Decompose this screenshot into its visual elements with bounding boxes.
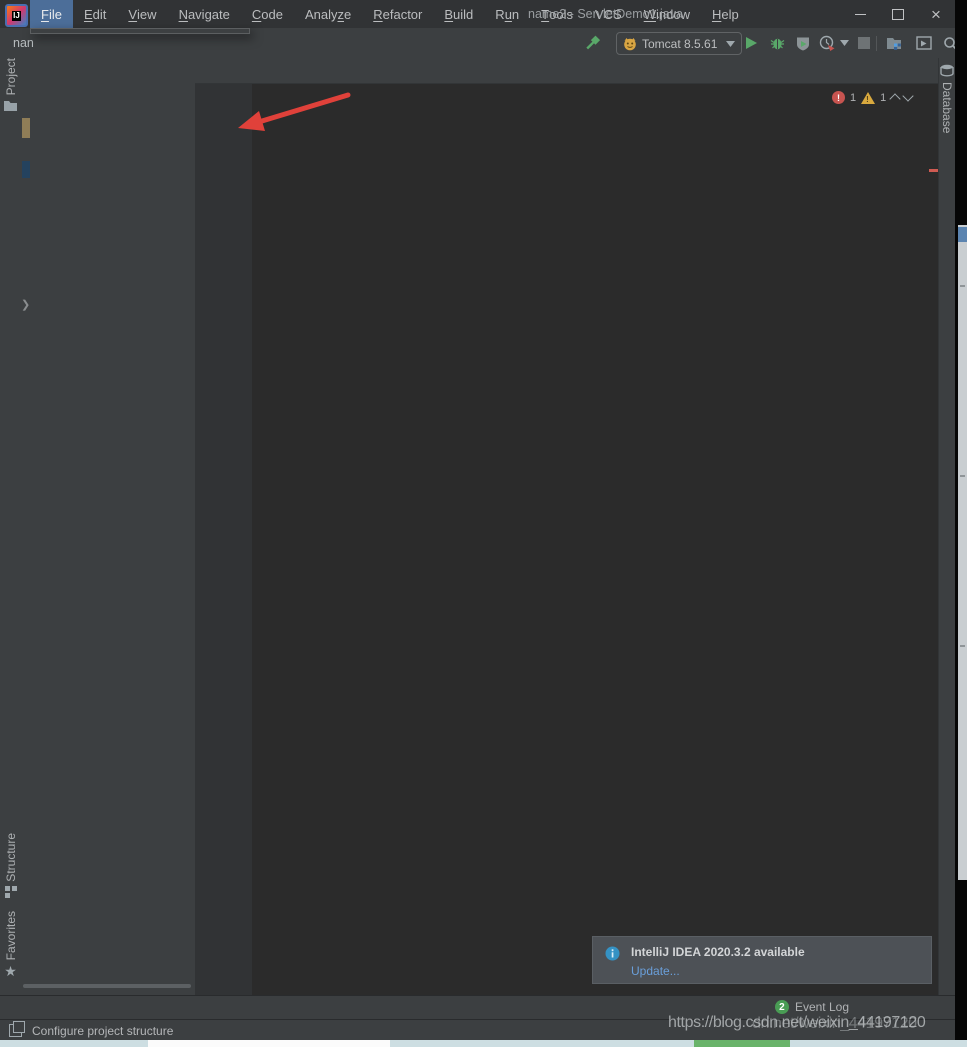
intellij-idea-window: IJ FileEditViewNavigateCodeAnalyzeRefact… [0,0,967,1047]
page-strip-green [694,1040,790,1047]
stop-button[interactable] [854,34,874,52]
editor-area[interactable]: ! 1 ! 1 [195,84,938,995]
menubar-item-run[interactable]: Run [484,0,530,28]
menubar-item-edit[interactable]: Edit [73,0,117,28]
tool-stripe-project[interactable]: Project [0,58,21,112]
menubar-item-file[interactable]: File [30,0,73,28]
error-count: 1 [850,92,856,104]
favorites-stripe-label: Favorites [4,911,18,960]
close-icon: × [931,6,941,23]
structure-blocks-icon [5,886,17,898]
page-background-strip [0,1040,967,1047]
close-button[interactable]: × [917,0,955,28]
project-stripe-label: Project [4,58,18,95]
notification-title: IntelliJ IDEA 2020.3.2 available [631,945,921,959]
info-icon [605,946,620,961]
page-strip-white [148,1040,390,1047]
menubar-item-view[interactable]: View [117,0,167,28]
left-tool-stripe: Project Structure Favorites ★ [0,58,22,995]
toolbar-separator [876,36,877,51]
inspections-widget: ! 1 ! 1 [832,91,912,104]
project-structure-icon [886,35,902,51]
tomcat-icon [623,37,637,51]
minimize-icon [855,14,866,15]
editor-tab-bar [195,58,940,84]
run-configuration-select[interactable]: Tomcat 8.5.61 [616,32,742,55]
run-with-coverage-button[interactable] [793,34,813,52]
profiler-dropdown-button[interactable] [838,34,850,52]
scrollbar-tick [960,285,965,287]
title-bar: IJ FileEditViewNavigateCodeAnalyzeRefact… [0,0,967,28]
update-notification: IntelliJ IDEA 2020.3.2 available Update.… [592,936,932,984]
update-link[interactable]: Update... [631,964,921,978]
event-log-count-badge: 2 [775,1000,789,1014]
build-project-button[interactable] [583,34,603,52]
menubar-item-code[interactable]: Code [241,0,294,28]
profiler-button[interactable] [817,34,837,52]
folder-icon [3,99,18,112]
right-tool-stripe: Database [938,58,955,995]
window-layers-icon [9,1024,22,1037]
intellij-logo-icon: IJ [5,4,28,27]
debug-button[interactable] [767,34,787,52]
profiler-clock-icon [819,35,835,51]
window-controls: × [841,0,955,28]
debug-bug-icon [770,36,785,51]
project-tool-window[interactable]: ❯ [21,58,196,995]
tool-stripe-favorites[interactable]: Favorites ★ [0,911,21,978]
warning-count: 1 [880,92,886,104]
tree-expand-chevron-icon: ❯ [21,298,30,311]
warning-indicator-icon[interactable]: ! [861,92,875,104]
next-problem-chevron-icon[interactable] [903,90,914,101]
logo-text: IJ [12,11,21,21]
browser-scrollbar-artifact[interactable] [958,225,967,880]
scrollbar-tick [960,475,965,477]
file-menu-popup [30,28,250,34]
screenshot-edge-artifact [955,0,967,1047]
error-indicator-icon[interactable]: ! [832,91,845,104]
database-icon [940,64,954,77]
window-title: name2 - ServletDemo1.java [528,7,683,21]
event-log-label: Event Log [795,1000,849,1014]
stop-icon [858,37,870,49]
menubar-item-refactor[interactable]: Refactor [362,0,433,28]
tool-stripe-structure[interactable]: Structure [0,833,21,898]
project-panel-hscrollbar[interactable] [23,984,191,988]
database-stripe-label[interactable]: Database [940,82,954,133]
error-stripe-mark[interactable] [929,169,938,172]
run-window-button[interactable] [914,34,934,52]
navbar-project-name: nan [13,36,34,50]
maximize-icon [892,9,904,20]
menubar-item-navigate[interactable]: Navigate [168,0,241,28]
project-structure-toolbar-button[interactable] [884,34,904,52]
run-button[interactable] [741,34,761,52]
coverage-shield-icon [796,36,810,51]
project-tree-selection-sliver [22,161,30,178]
run-configuration-label: Tomcat 8.5.61 [642,37,717,51]
minimize-button[interactable] [841,0,879,28]
scrollbar-tick [960,645,965,647]
run-play-icon [745,36,758,50]
menubar-item-analyze[interactable]: Analyze [294,0,362,28]
hammer-icon [584,35,602,52]
status-message: Configure project structure [32,1024,173,1038]
project-tree-icon-sliver [22,118,30,138]
chevron-down-icon [726,41,735,47]
menubar-item-help[interactable]: Help [701,0,750,28]
previous-problem-chevron-icon[interactable] [890,93,901,104]
editor-gutter [195,84,252,995]
menubar-item-build[interactable]: Build [433,0,484,28]
csdn-watermark-overlay: dn.net/weixin_44197120 [752,1015,917,1033]
scrollbar-thumb-artifact [958,227,967,242]
maximize-button[interactable] [879,0,917,28]
run-window-icon [916,35,932,51]
chevron-down-icon [840,40,849,46]
star-icon: ★ [4,964,17,978]
structure-stripe-label: Structure [4,833,18,882]
